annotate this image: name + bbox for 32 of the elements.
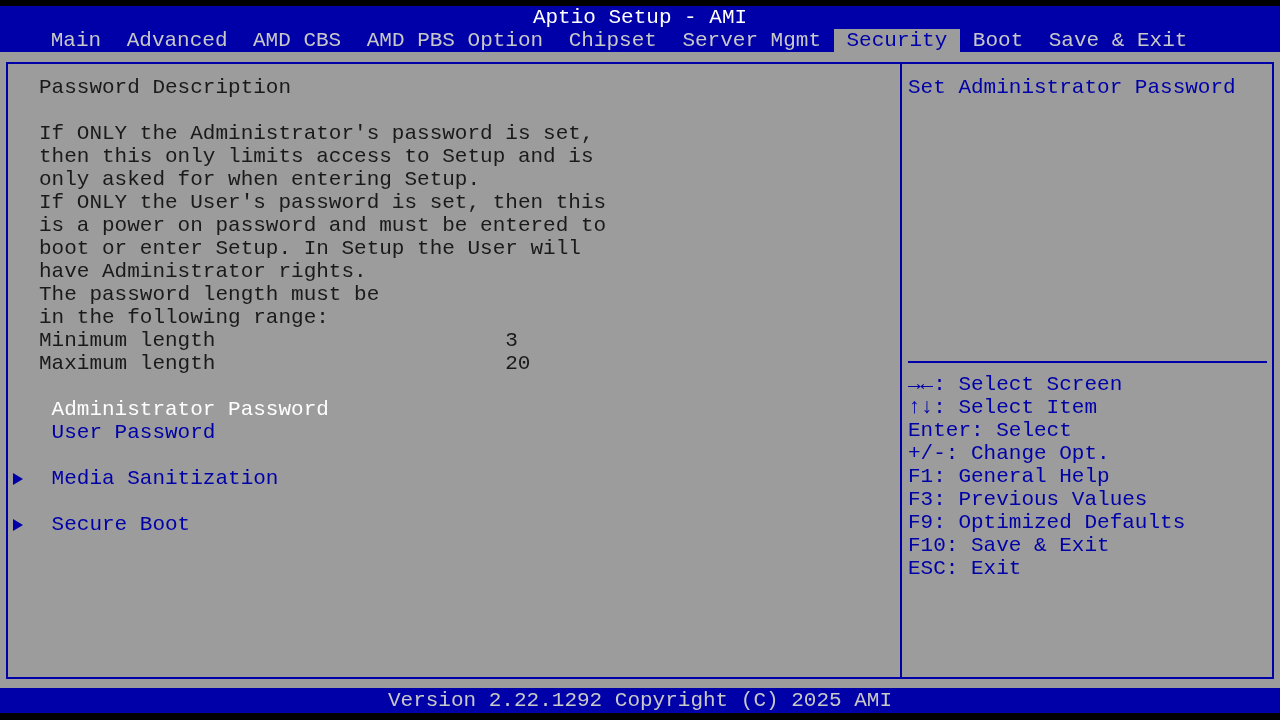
menu-tab[interactable]: Advanced [113, 29, 241, 52]
key-hint: +/-: Change Opt. [908, 442, 1111, 465]
menu-tab[interactable]: Main [38, 29, 114, 52]
triangle-icon [13, 473, 23, 485]
menu-item[interactable]: User Password [13, 421, 216, 444]
menu-tab[interactable]: Boot [960, 29, 1036, 52]
menu-item[interactable]: Secure Boot [13, 513, 191, 536]
menu-tab[interactable]: Server Mgmt [669, 29, 834, 52]
key-hint: F3: Previous Values [908, 488, 1149, 511]
menu-tab[interactable]: Security [833, 29, 961, 52]
key-hint: F1: General Help [908, 465, 1111, 488]
setting-label: Minimum length [39, 329, 217, 352]
menu-item[interactable]: Media Sanitization [13, 467, 279, 490]
window-title: Aptio Setup - AMI [532, 6, 748, 29]
key-hint: Enter: Select [908, 419, 1073, 442]
triangle-icon [13, 519, 23, 531]
key-hint: ESC: Exit [908, 557, 1023, 580]
key-hint: F10: Save & Exit [908, 534, 1111, 557]
menu-tab[interactable]: AMD PBS Option [353, 29, 556, 52]
menu-tab[interactable]: AMD CBS [240, 29, 354, 52]
menu-tab[interactable]: Save & Exit [1036, 29, 1201, 52]
setting-value: 20 [505, 352, 531, 375]
description-text: If ONLY the Administrator's password is set, then this only limits access to Setup and is only asked for when entering Setup. If ONLY the User's password is set, then this is a power on password and must be entered to boot or enter Setup. In Setup the User will have Administrator rights. The password length must be in the following range: [39, 122, 608, 329]
version-text: Version 2.22.1292 Copyright (C) 2025 AMI [387, 689, 893, 712]
setting-value: 3 [505, 329, 518, 352]
setting-label: Maximum length [39, 352, 217, 375]
menu-tab[interactable]: Chipset [555, 29, 670, 52]
key-hint: F9: Optimized Defaults [908, 511, 1187, 534]
section-heading: Password Description [39, 76, 293, 99]
key-hint: ↑↓: Select Item [908, 396, 1099, 419]
key-hint: →←: Select Screen [908, 373, 1124, 396]
help-text: Set Administrator Password [908, 76, 1237, 99]
